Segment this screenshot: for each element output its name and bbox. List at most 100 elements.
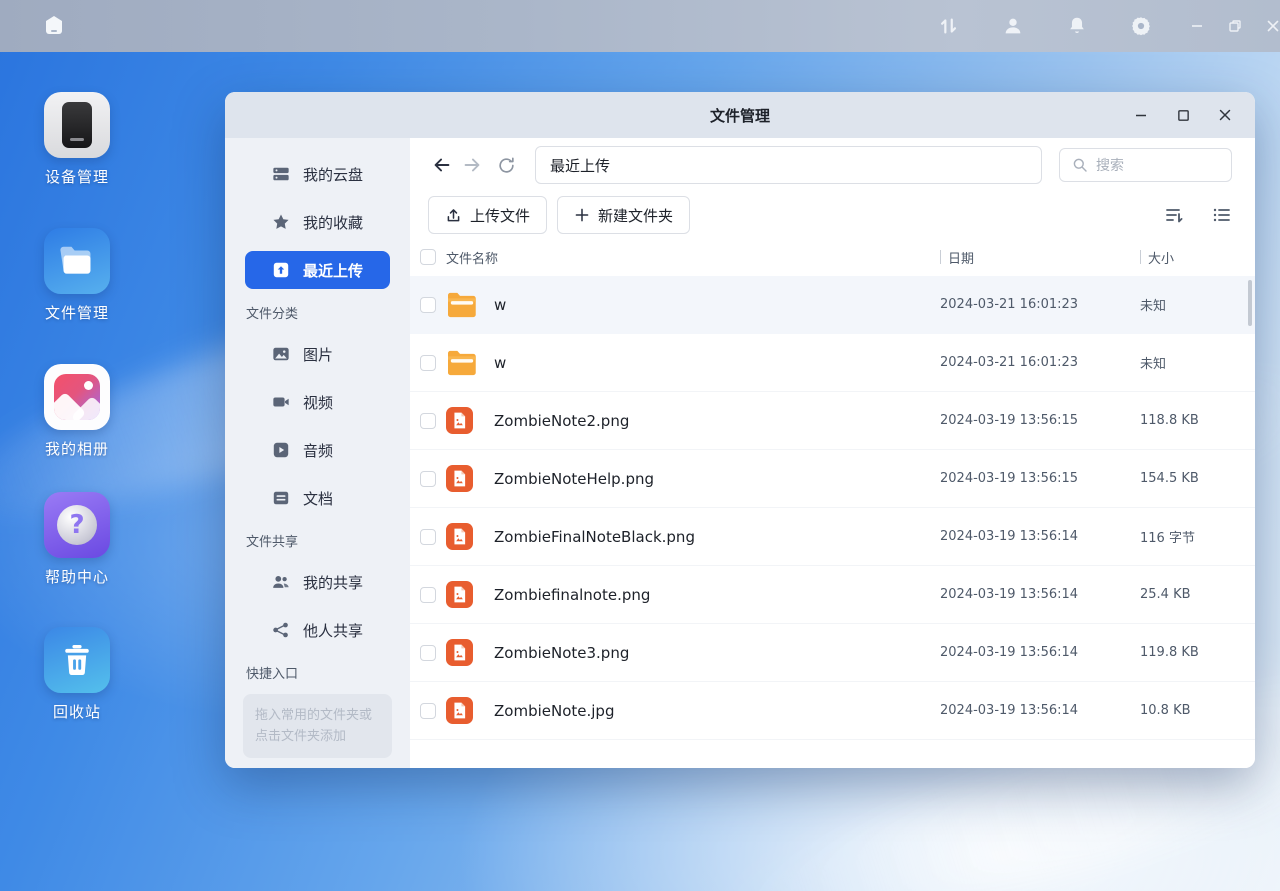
file-name: ZombieNoteHelp.png [490,470,940,488]
file-size: 154.5 KB [1110,471,1225,486]
row-checkbox[interactable] [420,645,436,661]
recycle-bin-icon [44,627,110,693]
column-divider [940,250,941,264]
file-date: 2024-03-19 13:56:14 [940,703,1110,718]
star-icon [272,213,290,231]
table-row[interactable]: ZombieNote.jpg 2024-03-19 13:56:14 10.8 … [410,682,1255,740]
quick-entry-dropzone[interactable]: 拖入常用的文件夹或 点击文件夹添加 [243,694,392,758]
desktop-app-my-album[interactable]: 我的相册 [39,364,115,459]
file-size: 119.8 KB [1110,645,1225,660]
row-checkbox[interactable] [420,355,436,371]
desktop-app-file-manager[interactable]: 文件管理 [39,228,115,323]
search-icon [1072,157,1088,173]
upload-file-label: 上传文件 [470,205,530,226]
image-file-icon [446,581,473,608]
table-row[interactable]: ZombieNote3.png 2024-03-19 13:56:14 119.… [410,624,1255,682]
list-view-icon[interactable] [1212,205,1232,225]
device-management-icon [44,92,110,158]
sidebar-item-my-favorites[interactable]: 我的收藏 [225,198,410,246]
file-name: ZombieNote3.png [490,644,940,662]
notifications-bell-icon[interactable] [1066,15,1088,37]
refresh-icon[interactable] [491,150,521,180]
row-checkbox[interactable] [420,471,436,487]
sidebar-item-label: 文档 [303,488,333,509]
image-file-icon [446,523,473,550]
file-date: 2024-03-21 16:01:23 [940,355,1110,370]
desktop-app-recycle-bin[interactable]: 回收站 [39,627,115,722]
table-row[interactable]: w 2024-03-21 16:01:23 未知 [410,334,1255,392]
row-checkbox[interactable] [420,587,436,603]
file-size: 25.4 KB [1110,587,1225,602]
system-restore-icon[interactable] [1228,19,1242,33]
folder-icon [446,349,478,377]
new-folder-label: 新建文件夹 [598,205,673,226]
image-file-icon [446,465,473,492]
current-path-text: 最近上传 [550,155,610,176]
table-row[interactable]: ZombieNoteHelp.png 2024-03-19 13:56:15 1… [410,450,1255,508]
upload-file-button[interactable]: 上传文件 [428,196,547,234]
sidebar-item-my-shares[interactable]: 我的共享 [225,558,410,606]
sidebar-item-shared-by-others[interactable]: 他人共享 [225,606,410,654]
select-all-checkbox[interactable] [420,249,436,265]
sidebar-item-documents[interactable]: 文档 [225,474,410,522]
desktop-app-label: 帮助中心 [39,566,115,587]
audio-play-icon [272,441,290,459]
file-list: w 2024-03-21 16:01:23 未知 w 2024-03-21 16… [410,276,1255,768]
user-account-icon[interactable] [1002,15,1024,37]
window-maximize-icon[interactable] [1175,107,1191,123]
system-close-icon[interactable] [1266,19,1280,33]
window-minimize-icon[interactable] [1133,107,1149,123]
sidebar-item-label: 音频 [303,440,333,461]
row-checkbox[interactable] [420,703,436,719]
recent-upload-icon [272,261,290,279]
table-header: 文件名称 日期 大小 [410,238,1255,276]
sidebar-item-pictures[interactable]: 图片 [225,330,410,378]
address-path-input[interactable]: 最近上传 [535,146,1042,184]
picture-icon [272,345,290,363]
sidebar-section-file-categories: 文件分类 [225,294,410,330]
sidebar-item-videos[interactable]: 视频 [225,378,410,426]
table-row[interactable]: w 2024-03-21 16:01:23 未知 [410,276,1255,334]
column-header-name[interactable]: 文件名称 [446,248,940,267]
transfer-tasks-icon[interactable] [938,15,960,37]
sidebar-section-quick-entry: 快捷入口 [225,654,410,690]
new-folder-button[interactable]: 新建文件夹 [557,196,690,234]
search-input[interactable]: 搜索 [1059,148,1232,182]
desktop-app-label: 回收站 [39,701,115,722]
file-date: 2024-03-21 16:01:23 [940,297,1110,312]
action-button-row: 上传文件 新建文件夹 [410,192,1255,238]
file-size: 10.8 KB [1110,703,1225,718]
desktop-app-device-management[interactable]: 设备管理 [39,92,115,187]
sidebar-item-my-cloud-drive[interactable]: 我的云盘 [225,150,410,198]
system-logo-icon[interactable] [44,15,64,37]
column-header-date[interactable]: 日期 [940,248,1110,267]
help-center-icon: ? [44,492,110,558]
settings-gear-icon[interactable] [1130,15,1152,37]
shared-users-icon [272,573,290,591]
row-checkbox[interactable] [420,413,436,429]
file-name: w [490,354,940,372]
file-name: ZombieNote2.png [490,412,940,430]
sidebar-item-label: 最近上传 [303,260,363,281]
sidebar-item-recent-uploads[interactable]: 最近上传 [245,251,390,289]
column-header-size[interactable]: 大小 [1110,248,1225,267]
forward-icon[interactable] [457,150,487,180]
sidebar-item-audio[interactable]: 音频 [225,426,410,474]
table-row[interactable]: ZombieFinalNoteBlack.png 2024-03-19 13:5… [410,508,1255,566]
window-close-icon[interactable] [1217,107,1233,123]
desktop-app-help-center[interactable]: ? 帮助中心 [39,492,115,587]
sort-order-icon[interactable] [1164,205,1184,225]
system-minimize-icon[interactable] [1190,19,1204,33]
row-checkbox[interactable] [420,297,436,313]
video-camera-icon [272,393,290,411]
sidebar-item-label: 图片 [303,344,333,365]
sidebar-item-label: 我的云盘 [303,164,363,185]
row-checkbox[interactable] [420,529,436,545]
file-date: 2024-03-19 13:56:15 [940,471,1110,486]
back-icon[interactable] [427,150,457,180]
vertical-scrollbar[interactable] [1248,280,1252,326]
window-titlebar[interactable]: 文件管理 [225,92,1255,138]
table-row[interactable]: ZombieNote2.png 2024-03-19 13:56:15 118.… [410,392,1255,450]
table-row[interactable]: Zombiefinalnote.png 2024-03-19 13:56:14 … [410,566,1255,624]
folder-icon [446,291,478,319]
